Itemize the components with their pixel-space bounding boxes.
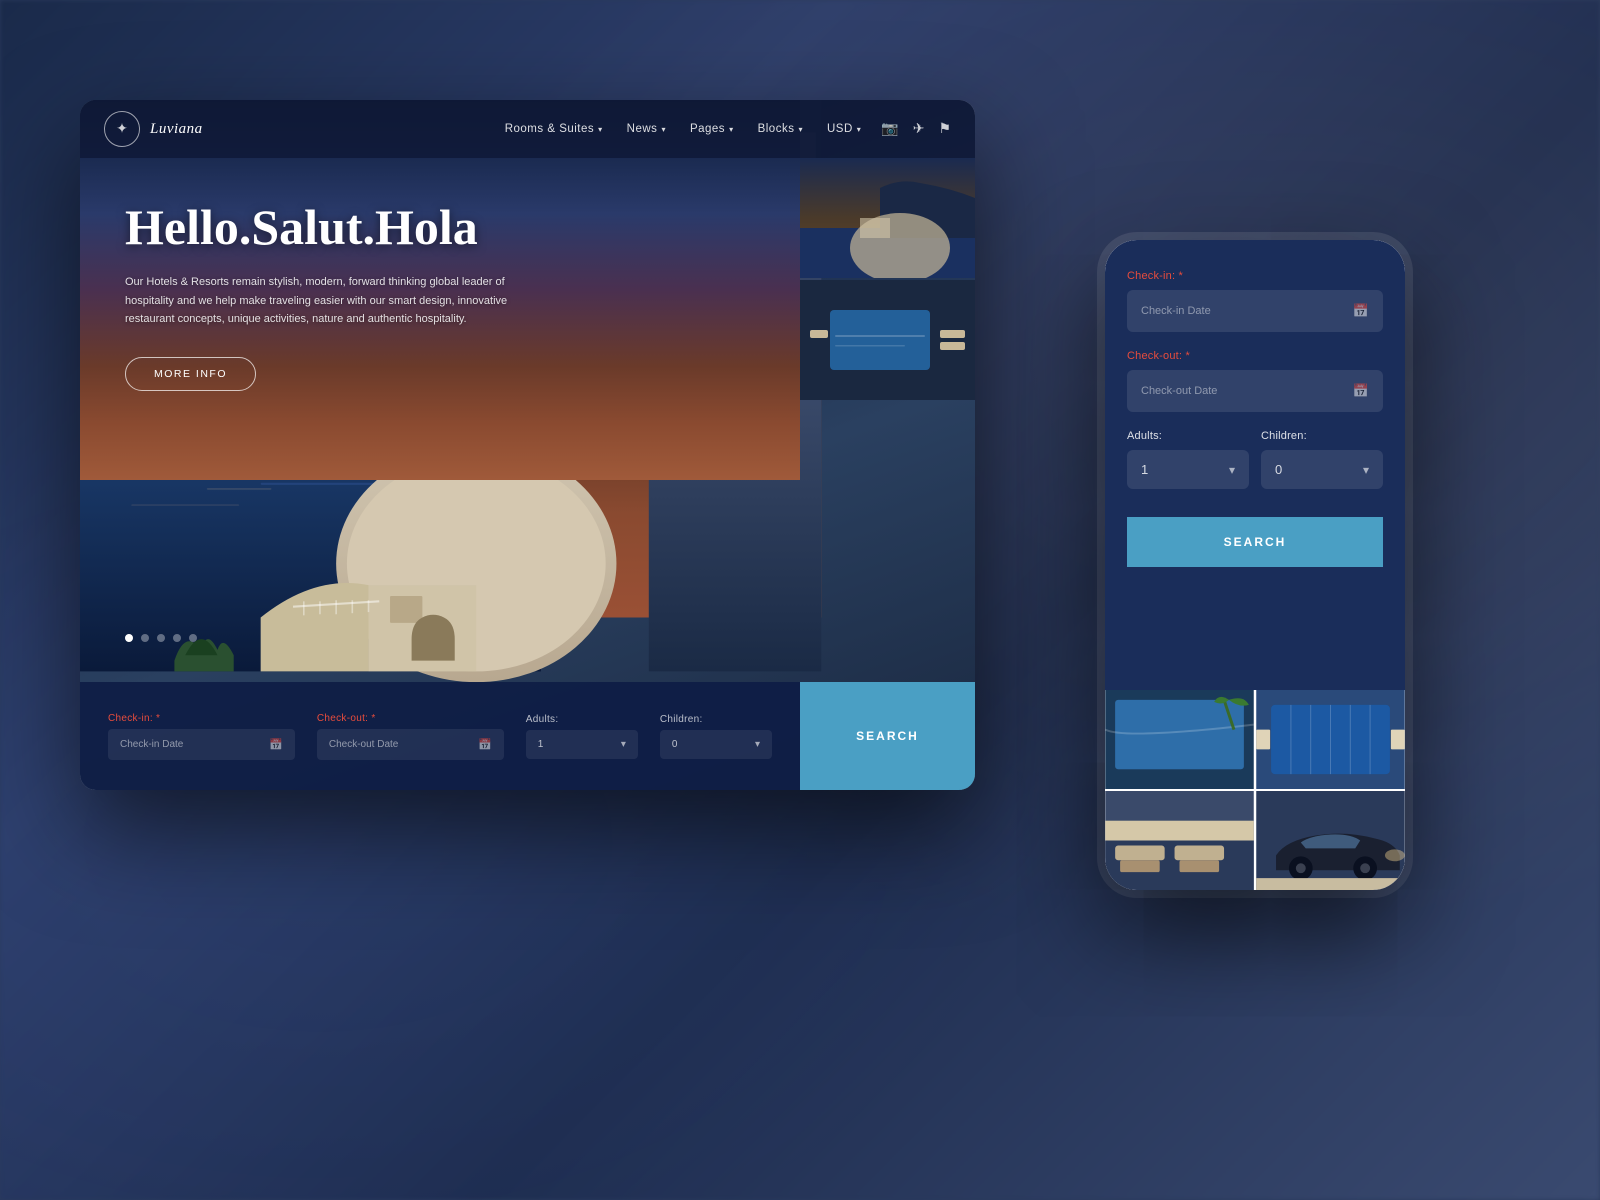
calendar-icon: 📅 bbox=[1353, 303, 1369, 319]
mobile-image-collage bbox=[1105, 690, 1405, 890]
mobile-guests-row: Adults: 1 ▾ Children: 0 ▾ bbox=[1127, 430, 1383, 507]
checkin-label: Check-in: * bbox=[108, 713, 295, 724]
desktop-navbar: ✦ Luviana Rooms & Suites ▾ News ▾ Pages … bbox=[80, 100, 975, 158]
navbar-links: Rooms & Suites ▾ News ▾ Pages ▾ Blocks ▾… bbox=[505, 123, 862, 135]
calendar-icon: 📅 bbox=[478, 738, 492, 751]
chevron-down-icon: ▾ bbox=[621, 739, 626, 750]
mobile-checkout-label: Check-out: * bbox=[1127, 350, 1383, 362]
carousel-dot-5[interactable] bbox=[189, 634, 197, 642]
hero-subtitle: Our Hotels & Resorts remain stylish, mod… bbox=[125, 273, 545, 329]
calendar-icon: 📅 bbox=[269, 738, 283, 751]
checkout-input[interactable]: Check-out Date 📅 bbox=[317, 729, 504, 760]
carousel-dot-2[interactable] bbox=[141, 634, 149, 642]
checkout-field: Check-out: * Check-out Date 📅 bbox=[317, 713, 504, 760]
thumbnail-2 bbox=[800, 280, 975, 400]
mobile-image-lounge-bottom-left bbox=[1105, 791, 1254, 890]
desktop-mockup: ✦ Luviana Rooms & Suites ▾ News ▾ Pages … bbox=[80, 100, 975, 790]
mobile-checkout-field: Check-out: * Check-out Date 📅 bbox=[1127, 350, 1383, 412]
hero-title: Hello.Salut.Hola bbox=[125, 200, 545, 255]
navbar-logo[interactable]: ✦ Luviana bbox=[104, 111, 203, 147]
booking-bar: Check-in: * Check-in Date 📅 Check-out: *… bbox=[80, 682, 800, 790]
mobile-adults-field: Adults: 1 ▾ bbox=[1127, 430, 1249, 489]
more-info-button[interactable]: MORE INFO bbox=[125, 357, 256, 391]
mobile-inner: Check-in: * Check-in Date 📅 Check-out: *… bbox=[1105, 240, 1405, 890]
carousel-dot-3[interactable] bbox=[157, 634, 165, 642]
thumbnail-stack bbox=[800, 158, 975, 400]
adults-label: Adults: bbox=[526, 714, 638, 725]
adults-field: Adults: 1 ▾ bbox=[526, 714, 638, 759]
foursquare-icon[interactable]: ⚑ bbox=[938, 121, 951, 138]
dropdown-arrow: ▾ bbox=[661, 125, 666, 134]
mobile-booking-form: Check-in: * Check-in Date 📅 Check-out: *… bbox=[1105, 240, 1405, 589]
nav-news[interactable]: News ▾ bbox=[627, 123, 666, 135]
chevron-down-icon: ▾ bbox=[755, 739, 760, 750]
mobile-mockup: Check-in: * Check-in Date 📅 Check-out: *… bbox=[1105, 240, 1405, 890]
nav-blocks[interactable]: Blocks ▾ bbox=[758, 123, 803, 135]
chevron-down-icon: ▾ bbox=[1363, 463, 1369, 477]
hero-content: Hello.Salut.Hola Our Hotels & Resorts re… bbox=[125, 200, 545, 391]
children-label: Children: bbox=[660, 714, 772, 725]
children-field: Children: 0 ▾ bbox=[660, 714, 772, 759]
mobile-children-label: Children: bbox=[1261, 430, 1383, 442]
nav-currency[interactable]: USD ▾ bbox=[827, 123, 861, 135]
mobile-adults-select[interactable]: 1 ▾ bbox=[1127, 450, 1249, 489]
navbar-social-icons: 📷 ✈ ⚑ bbox=[881, 121, 951, 138]
mobile-adults-label: Adults: bbox=[1127, 430, 1249, 442]
mobile-search-button[interactable]: SEARCH bbox=[1127, 517, 1383, 567]
adults-select[interactable]: 1 ▾ bbox=[526, 730, 638, 759]
mobile-checkin-label: Check-in: * bbox=[1127, 270, 1383, 282]
carousel-dot-1[interactable] bbox=[125, 634, 133, 642]
dropdown-arrow: ▾ bbox=[598, 125, 603, 134]
tripadvisor-icon[interactable]: ✈ bbox=[913, 121, 925, 138]
mobile-checkout-input[interactable]: Check-out Date 📅 bbox=[1127, 370, 1383, 412]
mobile-image-pool-top-left bbox=[1105, 690, 1254, 789]
mobile-checkin-input[interactable]: Check-in Date 📅 bbox=[1127, 290, 1383, 332]
checkout-label: Check-out: * bbox=[317, 713, 504, 724]
logo-text: Luviana bbox=[150, 121, 203, 138]
carousel-dot-4[interactable] bbox=[173, 634, 181, 642]
chevron-down-icon: ▾ bbox=[1229, 463, 1235, 477]
dropdown-arrow: ▾ bbox=[729, 125, 734, 134]
dropdown-arrow: ▾ bbox=[857, 125, 862, 134]
dropdown-arrow: ▾ bbox=[798, 125, 803, 134]
nav-rooms-suites[interactable]: Rooms & Suites ▾ bbox=[505, 123, 603, 135]
mobile-children-select[interactable]: 0 ▾ bbox=[1261, 450, 1383, 489]
nav-pages[interactable]: Pages ▾ bbox=[690, 123, 734, 135]
mobile-image-exterior-bottom-right bbox=[1256, 791, 1405, 890]
mobile-children-field: Children: 0 ▾ bbox=[1261, 430, 1383, 489]
mobile-checkin-field: Check-in: * Check-in Date 📅 bbox=[1127, 270, 1383, 332]
mobile-image-pool-top-right bbox=[1256, 690, 1405, 789]
carousel-dots bbox=[125, 634, 197, 642]
logo-icon: ✦ bbox=[104, 111, 140, 147]
thumbnail-1 bbox=[800, 158, 975, 278]
children-select[interactable]: 0 ▾ bbox=[660, 730, 772, 759]
checkin-input[interactable]: Check-in Date 📅 bbox=[108, 729, 295, 760]
instagram-icon[interactable]: 📷 bbox=[881, 121, 898, 138]
calendar-icon: 📅 bbox=[1353, 383, 1369, 399]
checkin-field: Check-in: * Check-in Date 📅 bbox=[108, 713, 295, 760]
desktop-search-button[interactable]: SEARCH bbox=[800, 682, 975, 790]
